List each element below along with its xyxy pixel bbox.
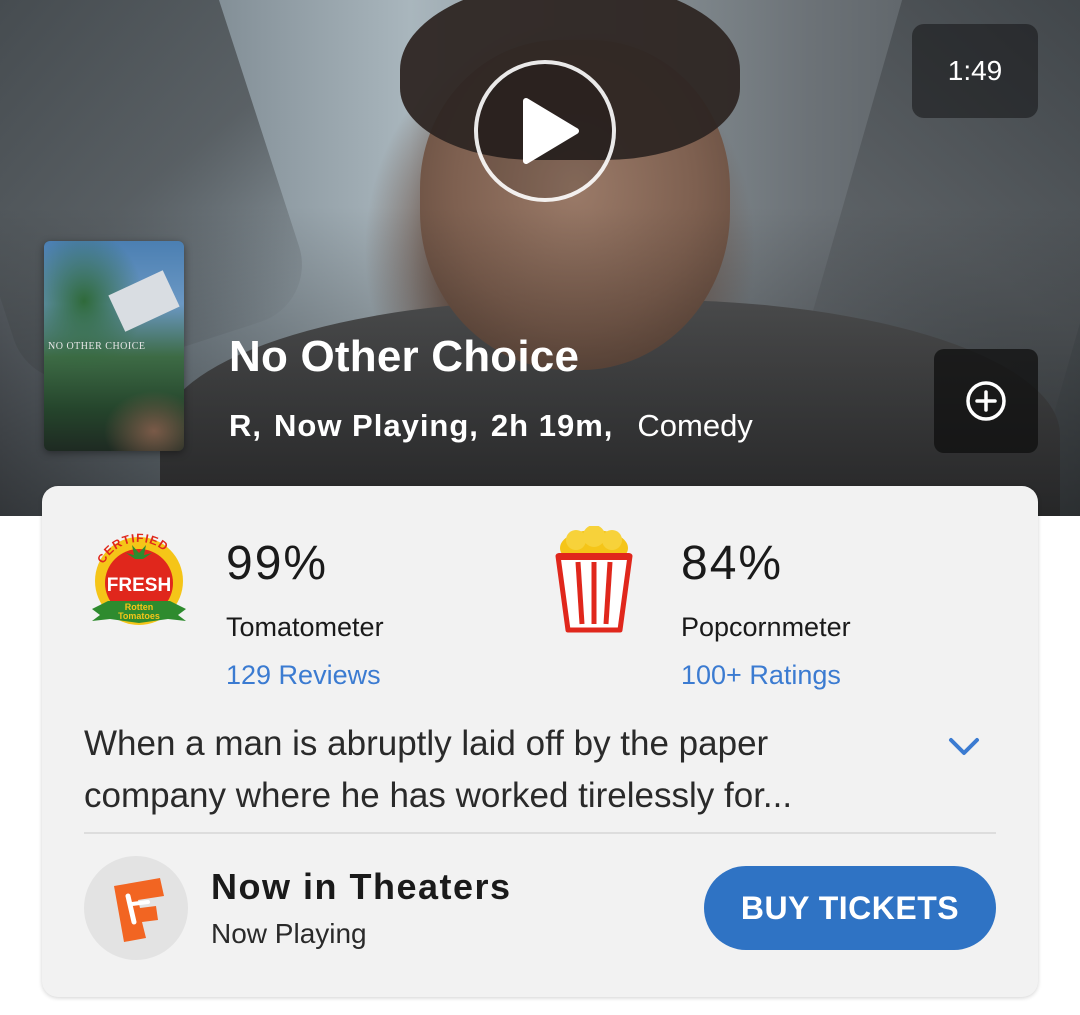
now-in-theaters-title: Now in Theaters xyxy=(211,866,512,907)
chevron-down-icon[interactable] xyxy=(946,734,982,758)
synopsis-line-2: company where he has worked tirelessly f… xyxy=(84,776,793,815)
trailer-hero[interactable]: 1:49 NO OTHER CHOICE No Other Choice R, … xyxy=(0,0,1080,516)
fandango-logo xyxy=(84,856,188,960)
plus-circle-icon xyxy=(966,381,1006,421)
movie-status: Now Playing, xyxy=(274,408,479,443)
add-to-watchlist-button[interactable] xyxy=(934,349,1038,453)
movie-genre: Comedy xyxy=(637,408,753,443)
popcornmeter-ratings-link[interactable]: 100+ Ratings xyxy=(681,660,841,691)
certified-fresh-icon: CERTIFIED FRESH Rotten Tomatoes xyxy=(92,531,186,625)
movie-title: No Other Choice xyxy=(229,332,580,381)
movie-meta: R, Now Playing, 2h 19m, Comedy xyxy=(229,408,753,444)
badge-brand-line2: Tomatoes xyxy=(118,611,160,621)
popcorn-bucket-icon xyxy=(555,526,633,633)
movie-runtime: 2h 19m, xyxy=(490,408,614,443)
play-icon xyxy=(523,98,579,164)
movie-rating: R, xyxy=(229,408,262,443)
popcornmeter-label: Popcornmeter xyxy=(681,612,851,642)
tomatometer-reviews-link[interactable]: 129 Reviews xyxy=(226,660,381,691)
tomatometer-label: Tomatometer xyxy=(226,612,384,642)
card-divider xyxy=(84,832,996,834)
movie-info-card: CERTIFIED FRESH Rotten Tomatoes 99% Toma… xyxy=(42,486,1038,997)
movie-poster[interactable]: NO OTHER CHOICE xyxy=(44,241,184,451)
movie-synopsis[interactable]: When a man is abruptly laid off by the p… xyxy=(84,718,924,822)
synopsis-line-1: When a man is abruptly laid off by the p… xyxy=(84,724,769,763)
badge-fresh-text: FRESH xyxy=(107,575,171,596)
now-playing-subtitle: Now Playing xyxy=(211,918,367,949)
fandango-logo-icon xyxy=(114,878,164,942)
play-trailer-button[interactable] xyxy=(474,60,616,202)
trailer-duration-badge: 1:49 xyxy=(912,24,1038,118)
poster-art xyxy=(108,270,180,332)
tomatometer-score: 99% xyxy=(226,537,329,590)
poster-title-text: NO OTHER CHOICE xyxy=(48,341,146,352)
buy-tickets-button[interactable]: BUY TICKETS xyxy=(704,866,996,950)
popcornmeter-score: 84% xyxy=(681,537,784,590)
